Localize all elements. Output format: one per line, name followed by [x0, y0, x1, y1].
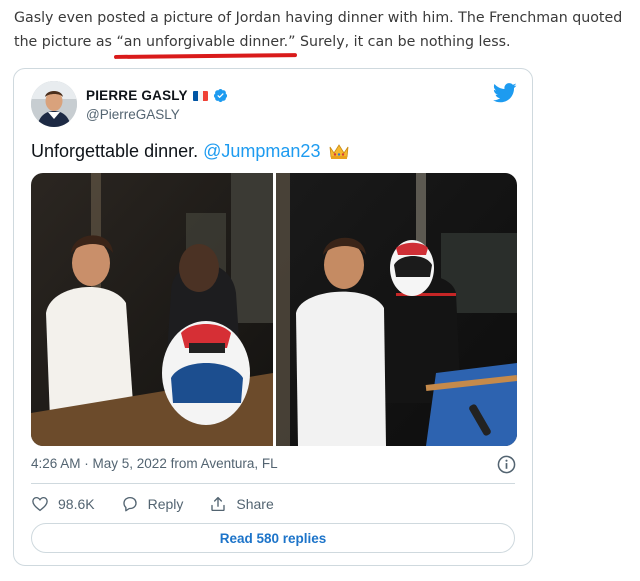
verified-badge-icon — [213, 88, 227, 103]
like-button[interactable]: 98.6K — [31, 495, 95, 513]
red-underline-mark — [114, 53, 298, 59]
author-name[interactable]: PIERRE GASLY — [86, 88, 188, 103]
author-handle[interactable]: @PierreGASLY — [86, 107, 180, 122]
france-flag-icon — [192, 90, 208, 101]
intro-text-after: Surely, it can be nothing less. — [295, 34, 511, 50]
read-replies-button[interactable]: Read 580 replies — [31, 523, 515, 553]
avatar[interactable] — [31, 81, 77, 127]
tweet-text: Unforgettable dinner. @Jumpman23 — [31, 141, 350, 162]
divider — [31, 483, 515, 484]
reply-label: Reply — [147, 496, 184, 512]
share-label: Share — [236, 496, 274, 512]
intro-quote: “an unforgivable dinner.” — [114, 30, 298, 59]
share-icon — [211, 496, 226, 512]
tweet-media[interactable] — [31, 173, 517, 446]
share-button[interactable]: Share — [209, 495, 274, 513]
intro-quote-text: “an unforgivable dinner.” — [116, 34, 296, 50]
author-name-row: PIERRE GASLY — [86, 88, 228, 103]
tweet-text-body: Unforgettable dinner. — [31, 141, 204, 161]
tweet-actions: 98.6K Reply Share — [31, 495, 300, 513]
photo-right[interactable] — [275, 173, 518, 446]
embedded-tweet-card[interactable]: PIERRE GASLY @PierreGASLY Unforgettable … — [13, 68, 533, 566]
info-icon[interactable] — [497, 455, 516, 474]
photo-left[interactable] — [31, 173, 273, 446]
mention-link[interactable]: @Jumpman23 — [203, 141, 320, 161]
reply-icon — [122, 496, 137, 512]
reply-button[interactable]: Reply — [121, 495, 184, 513]
heart-icon — [32, 496, 48, 512]
crown-icon — [330, 144, 349, 159]
like-count: 98.6K — [58, 496, 95, 512]
twitter-bird-icon[interactable] — [493, 83, 517, 103]
article-intro: Gasly even posted a picture of Jordan ha… — [14, 6, 630, 59]
tweet-timestamp[interactable]: 4:26 AM · May 5, 2022 from Aventura, FL — [31, 456, 278, 471]
